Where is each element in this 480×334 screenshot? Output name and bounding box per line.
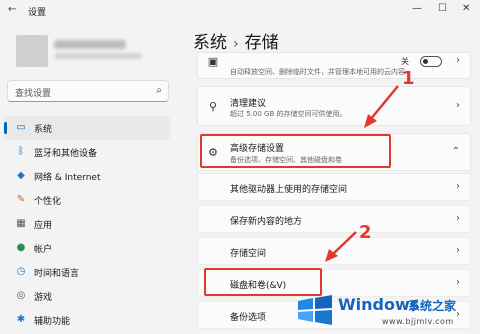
arrow-2-line [332, 231, 357, 255]
arrow-1-head [364, 114, 377, 128]
watermark: Windows 系统之家 www.bjjmlv.com [296, 291, 480, 334]
callout-number-2: 2 [359, 222, 372, 243]
callout-number-1: 1 [402, 68, 415, 89]
watermark-url: www.bjjmlv.com [382, 317, 454, 326]
windows-logo-icon [298, 295, 332, 325]
watermark-cn: 系统之家 [408, 299, 457, 313]
annotation-arrows [325, 85, 399, 262]
arrow-1-line [369, 85, 399, 121]
